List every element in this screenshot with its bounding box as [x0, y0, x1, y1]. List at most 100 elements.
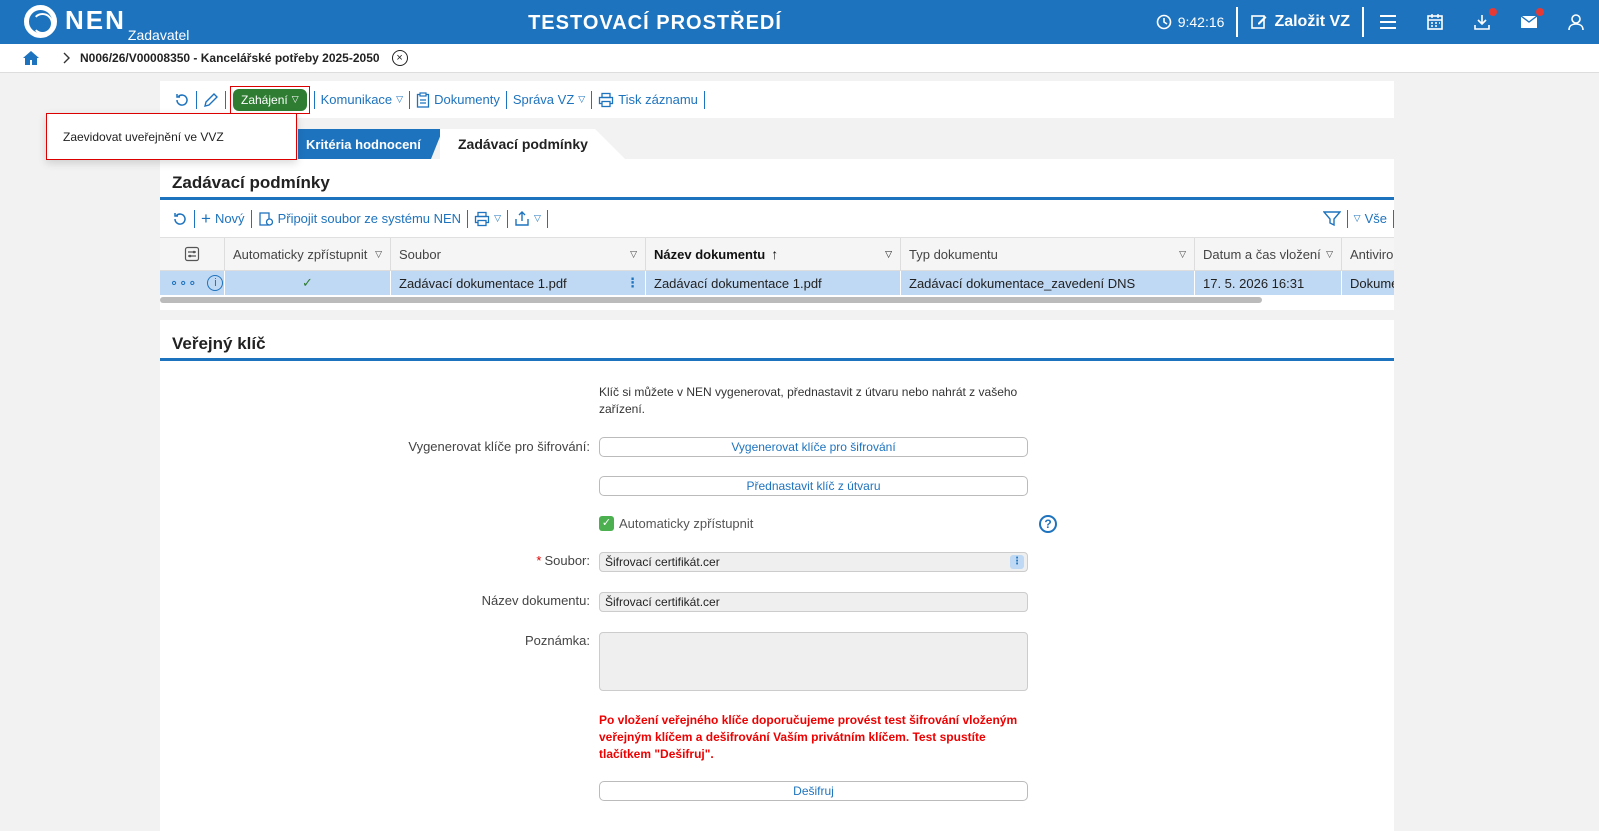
refresh-icon — [174, 212, 186, 225]
create-vz-label: Založit VZ — [1274, 13, 1350, 30]
tab-zadavaci-label: Zadávací podmínky — [458, 136, 588, 152]
notification-dot — [1489, 8, 1497, 16]
kebab-icon[interactable]: ⋮ — [626, 275, 639, 291]
column-settings-button[interactable] — [160, 238, 225, 271]
new-button[interactable]: + Nový — [195, 209, 251, 229]
hamburger-icon — [1379, 15, 1396, 29]
messages-button[interactable] — [1505, 0, 1552, 44]
grid-refresh-button[interactable] — [166, 211, 194, 227]
doc-name-field[interactable]: Šifrovací certifikát.cer — [599, 592, 1028, 612]
record-toolbar: Zahájení ▽ Komunikace ▽ Dokumenty Správa… — [160, 81, 1394, 118]
close-record-icon[interactable]: × — [391, 50, 408, 66]
horizontal-scrollbar[interactable] — [160, 297, 1262, 303]
column-header-antivirus[interactable]: Antiviro — [1342, 238, 1394, 271]
settings-sliders-icon — [184, 246, 200, 262]
clock-icon — [1156, 14, 1172, 30]
cell-file[interactable]: Zadávací dokumentace 1.pdf ⋮ — [391, 271, 646, 295]
breadcrumb: N006/26/V00008350 - Kancelářské potřeby … — [0, 44, 1599, 73]
column-header-auto[interactable]: Automaticky zpřístupnit ▽ — [225, 238, 391, 271]
file-label: * Soubor: — [160, 553, 590, 568]
column-header-label: Datum a čas vložení — [1203, 246, 1321, 262]
grid-print-menu[interactable]: ▽ — [468, 211, 507, 227]
chevron-down-icon: ▽ — [291, 94, 299, 104]
column-header-label: Název dokumentu — [654, 246, 766, 262]
top-header: NEN Zadavatel TESTOVACÍ PROSTŘEDÍ 9:42:1… — [0, 0, 1599, 44]
tab-bar: Kritéria hodnocení Zadávací podmínky — [160, 129, 1394, 159]
attach-file-icon — [258, 211, 273, 226]
column-header-label: Typ dokumentu — [909, 246, 998, 262]
printer-icon — [599, 92, 614, 107]
attach-file-button[interactable]: Připojit soubor ze systému NEN — [252, 211, 468, 227]
file-field[interactable]: Šifrovací certifikát.cer ⋮ — [599, 552, 1028, 572]
create-vz-button[interactable]: Založit VZ — [1238, 0, 1362, 44]
grid-toolbar: + Nový Připojit soubor ze systému NEN ▽ … — [160, 200, 1394, 238]
file-field-value: Šifrovací certifikát.cer — [605, 555, 720, 569]
info-icon[interactable]: i — [207, 275, 224, 291]
plus-icon: + — [201, 208, 211, 228]
edit-button[interactable] — [197, 92, 225, 108]
user-button[interactable] — [1552, 0, 1599, 44]
column-menu-icon[interactable]: ▽ — [1179, 249, 1186, 260]
cell-antivirus: Dokume — [1342, 271, 1394, 295]
filter-icon — [1322, 210, 1341, 226]
auto-access-label: Automaticky zpřístupnit — [619, 516, 754, 531]
session-clock: 9:42:16 — [1144, 0, 1237, 44]
home-icon[interactable] — [22, 50, 40, 66]
komunikace-menu[interactable]: Komunikace ▽ — [315, 92, 409, 107]
required-marker: * — [536, 553, 542, 568]
more-actions-icon[interactable]: ∘∘∘ — [170, 275, 197, 291]
generate-keys-button[interactable]: Vygenerovat klíče pro šifrování — [599, 437, 1028, 457]
preset-key-button[interactable]: Přednastavit klíč z útvaru — [599, 476, 1028, 496]
column-header-name[interactable]: Název dokumentu ↑ ▽ — [646, 238, 901, 271]
column-menu-icon[interactable]: ▽ — [375, 249, 382, 260]
refresh-icon — [176, 93, 188, 106]
sort-ascending-icon: ↑ — [771, 246, 779, 262]
chevron-down-icon: ▽ — [1353, 213, 1361, 223]
notification-dot — [1536, 8, 1544, 16]
downloads-button[interactable] — [1458, 0, 1505, 44]
new-label: Nový — [214, 211, 245, 226]
sprava-vz-menu[interactable]: Správa VZ ▽ — [507, 92, 591, 107]
toolbar-separator — [703, 90, 705, 109]
note-textarea[interactable] — [599, 632, 1028, 691]
zahajeni-button[interactable]: Zahájení ▽ — [233, 88, 307, 111]
column-header-label: Automaticky zpřístupnit — [233, 246, 368, 262]
section-title: Veřejný klíč — [160, 320, 1394, 361]
export-menu[interactable]: ▽ — [508, 210, 547, 227]
checkbox-checked-icon: ✓ — [599, 516, 614, 531]
tab-kriteria[interactable]: Kritéria hodnocení — [298, 129, 443, 159]
chevron-down-icon: ▽ — [396, 94, 404, 104]
refresh-button[interactable] — [168, 92, 196, 108]
calendar-button[interactable] — [1411, 0, 1458, 44]
kebab-icon[interactable]: ⋮ — [1010, 555, 1024, 569]
view-all-menu[interactable]: ▽ Vše — [1348, 211, 1393, 226]
export-icon — [515, 210, 529, 226]
print-record-label: Tisk záznamu — [618, 92, 698, 107]
print-record-button[interactable]: Tisk záznamu — [592, 92, 704, 108]
test-warning-text: Po vložení veřejného klíče doporučujeme … — [599, 713, 1018, 761]
chevron-down-icon: ▽ — [494, 213, 501, 223]
edit-icon — [1251, 15, 1267, 29]
help-icon[interactable]: ? — [1039, 515, 1057, 533]
calendar-icon — [1426, 14, 1443, 30]
filter-button[interactable] — [1317, 210, 1347, 227]
column-header-file[interactable]: Soubor ▽ — [391, 238, 646, 271]
breadcrumb-current[interactable]: N006/26/V00008350 - Kancelářské potřeby … — [80, 51, 380, 65]
verejny-klic-panel: Veřejný klíč Klíč si můžete v NEN vygene… — [160, 320, 1394, 831]
column-header-date[interactable]: Datum a čas vložení ▽ — [1195, 238, 1342, 271]
column-header-type[interactable]: Typ dokumentu ▽ — [901, 238, 1195, 271]
note-label: Poznámka: — [524, 633, 590, 648]
menu-button[interactable] — [1364, 0, 1411, 44]
toolbar-separator — [1393, 209, 1394, 228]
auto-access-checkbox[interactable]: ✓ Automaticky zpřístupnit — [599, 516, 753, 531]
tab-zadavaci-podminky[interactable]: Zadávací podmínky — [440, 129, 625, 159]
column-menu-icon[interactable]: ▽ — [630, 249, 637, 260]
decrypt-button[interactable]: Dešifruj — [599, 781, 1028, 801]
attach-file-label: Připojit soubor ze systému NEN — [277, 211, 462, 226]
cell-date: 17. 5. 2026 16:31 — [1195, 271, 1342, 295]
chevron-right-icon — [63, 52, 70, 64]
dropdown-item-zaevidovat[interactable]: Zaevidovat uveřejnění ve VVZ — [63, 130, 224, 144]
column-menu-icon[interactable]: ▽ — [1326, 249, 1333, 260]
dokumenty-button[interactable]: Dokumenty — [410, 91, 506, 108]
column-menu-icon[interactable]: ▽ — [885, 249, 892, 260]
